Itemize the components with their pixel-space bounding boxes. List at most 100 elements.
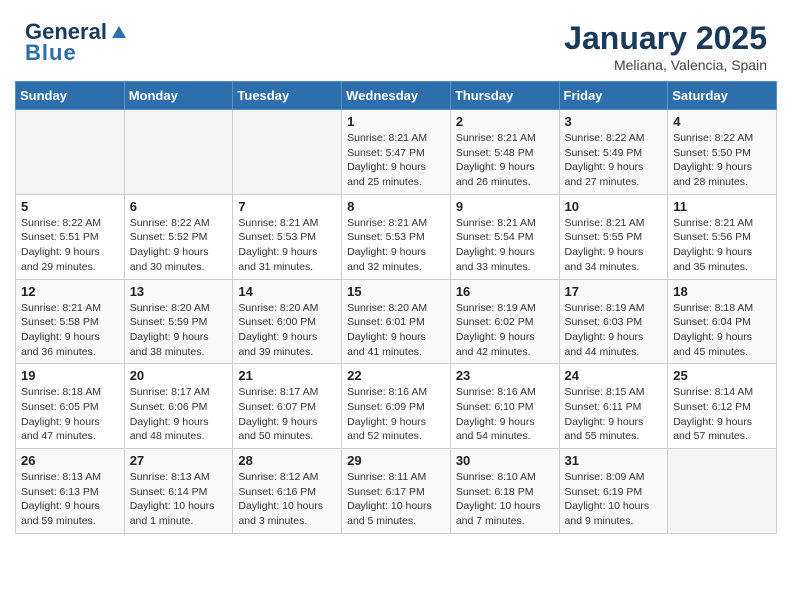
day-number: 27 <box>130 453 228 468</box>
day-number: 28 <box>238 453 336 468</box>
page-header: General Blue January 2025 Meliana, Valen… <box>10 10 782 81</box>
week-row-4: 19Sunrise: 8:18 AMSunset: 6:05 PMDayligh… <box>16 364 777 449</box>
calendar-cell-w4d7: 25 Sunrise: 8:14 AMSunset: 6:12 PMDayligh… <box>668 364 777 449</box>
calendar-cell-w2d7: 11 Sunrise: 8:21 AMSunset: 5:56 PMDayligh… <box>668 194 777 279</box>
day-info: Sunrise: 8:13 AMSunset: 6:13 PMDaylight:… <box>21 470 119 529</box>
day-info: Sunrise: 8:13 AMSunset: 6:14 PMDaylight:… <box>130 470 228 529</box>
weekday-header-friday: Friday <box>559 82 668 110</box>
calendar-cell-w3d6: 17 Sunrise: 8:19 AMSunset: 6:03 PMDayligh… <box>559 279 668 364</box>
logo: General Blue <box>25 20 128 66</box>
day-number: 17 <box>565 284 663 299</box>
day-info: Sunrise: 8:14 AMSunset: 6:12 PMDaylight:… <box>673 385 771 444</box>
day-info: Sunrise: 8:21 AMSunset: 5:53 PMDaylight:… <box>347 216 445 275</box>
calendar-cell-w2d3: 7 Sunrise: 8:21 AMSunset: 5:53 PMDaylight… <box>233 194 342 279</box>
calendar-cell-w5d7 <box>668 449 777 534</box>
day-number: 14 <box>238 284 336 299</box>
calendar-cell-w2d2: 6 Sunrise: 8:22 AMSunset: 5:52 PMDaylight… <box>124 194 233 279</box>
day-info: Sunrise: 8:21 AMSunset: 5:54 PMDaylight:… <box>456 216 554 275</box>
day-info: Sunrise: 8:22 AMSunset: 5:51 PMDaylight:… <box>21 216 119 275</box>
day-info: Sunrise: 8:22 AMSunset: 5:50 PMDaylight:… <box>673 131 771 190</box>
day-number: 2 <box>456 114 554 129</box>
calendar-cell-w5d1: 26 Sunrise: 8:13 AMSunset: 6:13 PMDayligh… <box>16 449 125 534</box>
day-number: 26 <box>21 453 119 468</box>
calendar-cell-w2d6: 10 Sunrise: 8:21 AMSunset: 5:55 PMDayligh… <box>559 194 668 279</box>
day-info: Sunrise: 8:21 AMSunset: 5:58 PMDaylight:… <box>21 301 119 360</box>
day-number: 18 <box>673 284 771 299</box>
weekday-header-monday: Monday <box>124 82 233 110</box>
day-info: Sunrise: 8:17 AMSunset: 6:07 PMDaylight:… <box>238 385 336 444</box>
day-info: Sunrise: 8:21 AMSunset: 5:47 PMDaylight:… <box>347 131 445 190</box>
location: Meliana, Valencia, Spain <box>564 57 767 73</box>
day-info: Sunrise: 8:21 AMSunset: 5:53 PMDaylight:… <box>238 216 336 275</box>
calendar-cell-w4d1: 19Sunrise: 8:18 AMSunset: 6:05 PMDayligh… <box>16 364 125 449</box>
calendar-cell-w2d1: 5 Sunrise: 8:22 AMSunset: 5:51 PMDaylight… <box>16 194 125 279</box>
day-number: 24 <box>565 368 663 383</box>
calendar-cell-w1d1 <box>16 110 125 195</box>
day-number: 8 <box>347 199 445 214</box>
calendar-cell-w3d2: 13Sunrise: 8:20 AMSunset: 5:59 PMDayligh… <box>124 279 233 364</box>
day-number: 4 <box>673 114 771 129</box>
calendar-cell-w1d5: 2Sunrise: 8:21 AMSunset: 5:48 PMDaylight… <box>450 110 559 195</box>
weekday-header-wednesday: Wednesday <box>342 82 451 110</box>
weekday-header-row: SundayMondayTuesdayWednesdayThursdayFrid… <box>16 82 777 110</box>
day-info: Sunrise: 8:21 AMSunset: 5:56 PMDaylight:… <box>673 216 771 275</box>
day-info: Sunrise: 8:11 AMSunset: 6:17 PMDaylight:… <box>347 470 445 529</box>
calendar-cell-w3d3: 14 Sunrise: 8:20 AMSunset: 6:00 PMDayligh… <box>233 279 342 364</box>
weekday-header-saturday: Saturday <box>668 82 777 110</box>
day-info: Sunrise: 8:09 AMSunset: 6:19 PMDaylight:… <box>565 470 663 529</box>
week-row-1: 1 Sunrise: 8:21 AMSunset: 5:47 PMDaylight… <box>16 110 777 195</box>
calendar-cell-w1d2 <box>124 110 233 195</box>
day-info: Sunrise: 8:22 AMSunset: 5:49 PMDaylight:… <box>565 131 663 190</box>
day-info: Sunrise: 8:18 AMSunset: 6:04 PMDaylight:… <box>673 301 771 360</box>
day-info: Sunrise: 8:20 AMSunset: 6:00 PMDaylight:… <box>238 301 336 360</box>
calendar-cell-w3d1: 12Sunrise: 8:21 AMSunset: 5:58 PMDayligh… <box>16 279 125 364</box>
day-info: Sunrise: 8:16 AMSunset: 6:10 PMDaylight:… <box>456 385 554 444</box>
calendar-cell-w4d2: 20Sunrise: 8:17 AMSunset: 6:06 PMDayligh… <box>124 364 233 449</box>
month-title: January 2025 Meliana, Valencia, Spain <box>564 20 767 73</box>
day-number: 29 <box>347 453 445 468</box>
day-number: 3 <box>565 114 663 129</box>
day-number: 16 <box>456 284 554 299</box>
week-row-3: 12Sunrise: 8:21 AMSunset: 5:58 PMDayligh… <box>16 279 777 364</box>
day-info: Sunrise: 8:16 AMSunset: 6:09 PMDaylight:… <box>347 385 445 444</box>
day-info: Sunrise: 8:19 AMSunset: 6:02 PMDaylight:… <box>456 301 554 360</box>
day-info: Sunrise: 8:22 AMSunset: 5:52 PMDaylight:… <box>130 216 228 275</box>
day-number: 7 <box>238 199 336 214</box>
calendar-cell-w4d3: 21 Sunrise: 8:17 AMSunset: 6:07 PMDayligh… <box>233 364 342 449</box>
day-number: 22 <box>347 368 445 383</box>
weekday-header-tuesday: Tuesday <box>233 82 342 110</box>
calendar-cell-w1d6: 3 Sunrise: 8:22 AMSunset: 5:49 PMDaylight… <box>559 110 668 195</box>
day-number: 13 <box>130 284 228 299</box>
day-info: Sunrise: 8:20 AMSunset: 6:01 PMDaylight:… <box>347 301 445 360</box>
day-number: 30 <box>456 453 554 468</box>
month-year: January 2025 <box>564 20 767 57</box>
day-info: Sunrise: 8:21 AMSunset: 5:55 PMDaylight:… <box>565 216 663 275</box>
day-number: 31 <box>565 453 663 468</box>
calendar-cell-w1d4: 1 Sunrise: 8:21 AMSunset: 5:47 PMDaylight… <box>342 110 451 195</box>
day-info: Sunrise: 8:19 AMSunset: 6:03 PMDaylight:… <box>565 301 663 360</box>
day-number: 25 <box>673 368 771 383</box>
calendar-cell-w3d7: 18 Sunrise: 8:18 AMSunset: 6:04 PMDayligh… <box>668 279 777 364</box>
calendar-cell-w5d6: 31 Sunrise: 8:09 AMSunset: 6:19 PMDayligh… <box>559 449 668 534</box>
week-row-5: 26 Sunrise: 8:13 AMSunset: 6:13 PMDayligh… <box>16 449 777 534</box>
calendar-cell-w5d5: 30 Sunrise: 8:10 AMSunset: 6:18 PMDayligh… <box>450 449 559 534</box>
calendar-cell-w1d3 <box>233 110 342 195</box>
day-info: Sunrise: 8:17 AMSunset: 6:06 PMDaylight:… <box>130 385 228 444</box>
calendar-cell-w3d5: 16 Sunrise: 8:19 AMSunset: 6:02 PMDayligh… <box>450 279 559 364</box>
calendar-cell-w5d3: 28 Sunrise: 8:12 AMSunset: 6:16 PMDayligh… <box>233 449 342 534</box>
day-info: Sunrise: 8:12 AMSunset: 6:16 PMDaylight:… <box>238 470 336 529</box>
calendar-table: SundayMondayTuesdayWednesdayThursdayFrid… <box>15 81 777 534</box>
day-number: 6 <box>130 199 228 214</box>
day-number: 10 <box>565 199 663 214</box>
day-number: 11 <box>673 199 771 214</box>
day-info: Sunrise: 8:10 AMSunset: 6:18 PMDaylight:… <box>456 470 554 529</box>
day-number: 1 <box>347 114 445 129</box>
day-number: 5 <box>21 199 119 214</box>
logo-blue: Blue <box>25 40 77 66</box>
day-number: 9 <box>456 199 554 214</box>
calendar-cell-w1d7: 4 Sunrise: 8:22 AMSunset: 5:50 PMDaylight… <box>668 110 777 195</box>
weekday-header-thursday: Thursday <box>450 82 559 110</box>
day-number: 21 <box>238 368 336 383</box>
calendar-cell-w2d4: 8 Sunrise: 8:21 AMSunset: 5:53 PMDaylight… <box>342 194 451 279</box>
calendar-body: 1 Sunrise: 8:21 AMSunset: 5:47 PMDaylight… <box>16 110 777 534</box>
